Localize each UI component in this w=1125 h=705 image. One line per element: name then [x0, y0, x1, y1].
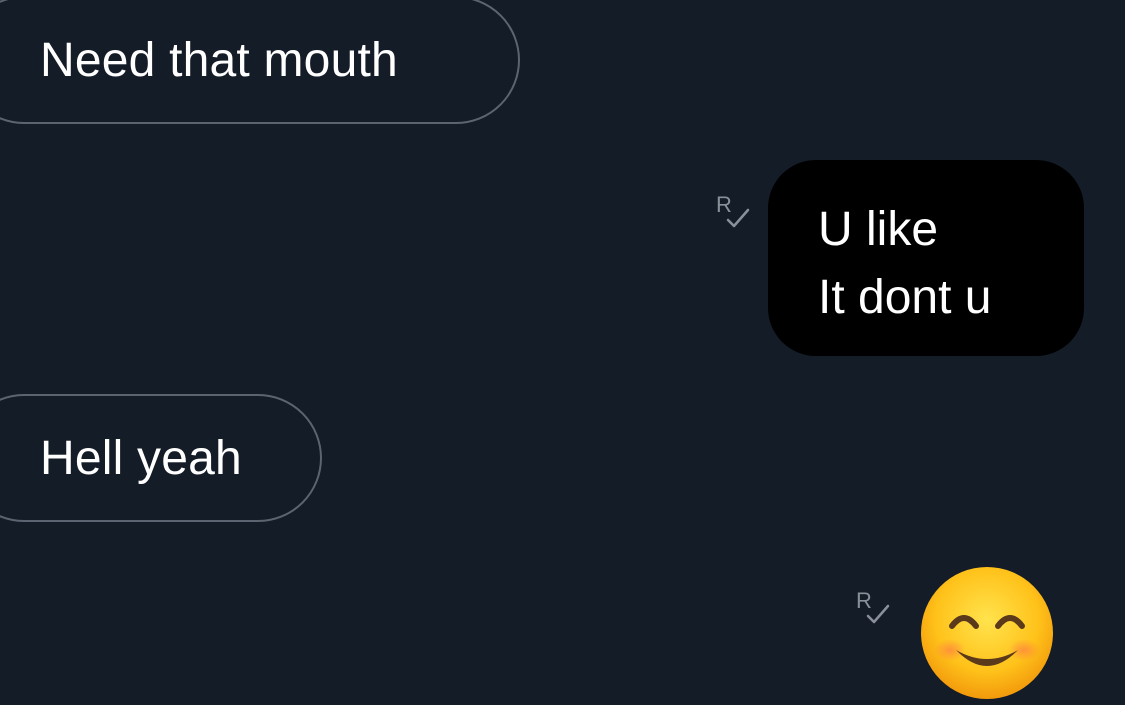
message-text-line: U like	[818, 203, 939, 256]
read-receipt-label: R	[856, 588, 872, 613]
smiling-face-emoji-icon[interactable]	[920, 566, 1054, 700]
read-receipt-icon: R	[714, 190, 754, 230]
incoming-message-bubble[interactable]: Need that mouth	[0, 0, 520, 124]
incoming-message-bubble[interactable]: Hell yeah	[0, 394, 322, 522]
message-text: Hell yeah	[40, 431, 242, 485]
message-text: Need that mouth	[40, 33, 398, 87]
read-receipt-label: R	[716, 192, 732, 217]
outgoing-message-bubble[interactable]: U like It dont u	[768, 160, 1084, 356]
conversation-view: Need that mouth R U like It dont u Hell …	[0, 0, 1125, 700]
read-receipt-icon: R	[854, 586, 894, 626]
message-text-line: It dont u	[818, 271, 992, 324]
